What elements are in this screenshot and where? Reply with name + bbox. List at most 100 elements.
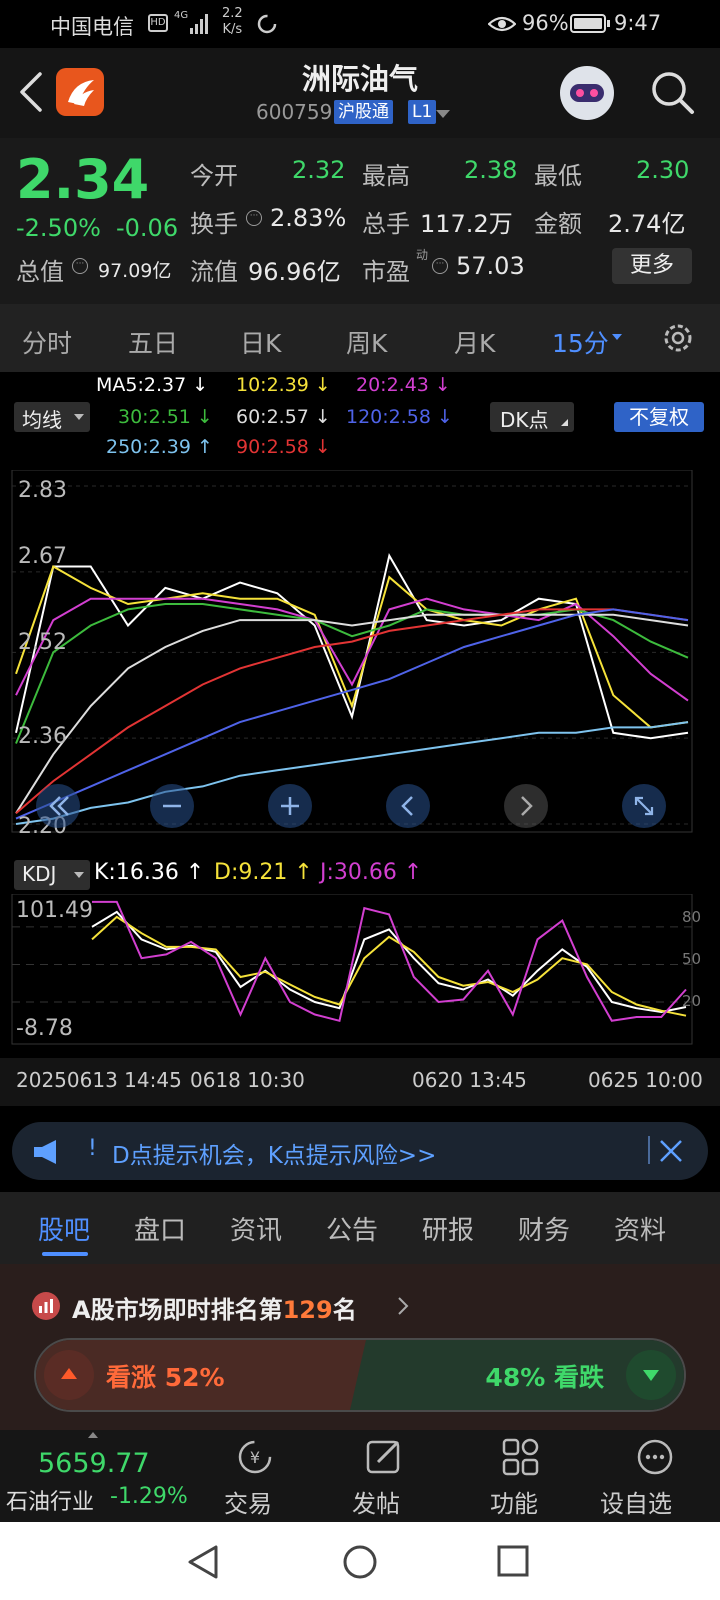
home-circle-icon[interactable]	[342, 1544, 378, 1580]
mktcap-info-icon[interactable]: ···	[72, 258, 88, 274]
sector-change: -1.29%	[110, 1484, 188, 1509]
svg-text:¥: ¥	[250, 1448, 260, 1467]
high-label: 最高	[362, 162, 410, 190]
dropdown-caret-icon[interactable]	[436, 110, 450, 118]
dk-tip-banner[interactable]: ! D点提示机会，K点提示风险>>	[12, 1122, 708, 1180]
low-value: 2.30	[636, 156, 690, 184]
speed-value: 2.2	[222, 6, 243, 21]
banner-text[interactable]: D点提示机会，K点提示风险>>	[112, 1136, 436, 1170]
ma-line-ma10	[15, 565, 689, 729]
settings-gear-icon[interactable]	[660, 320, 696, 356]
period-caret-icon[interactable]	[612, 334, 622, 340]
price-adjust-button[interactable]: 不复权	[614, 402, 704, 432]
kdj-j-value: J:30.66 ↑	[320, 860, 423, 885]
kline-chart-svg[interactable]	[0, 469, 720, 856]
rank-suffix: 名	[332, 1296, 357, 1324]
kdj-d-value: D:9.21 ↑	[214, 860, 313, 885]
dk-point-button[interactable]: DK点	[490, 402, 574, 432]
zoom-out-button[interactable]	[150, 784, 194, 828]
signal-icon	[190, 14, 208, 34]
tab-five-day[interactable]: 五日	[128, 324, 178, 360]
amount-value: 2.74亿	[608, 210, 686, 238]
rank-text[interactable]: A股市场即时排名第129名	[72, 1290, 357, 1325]
step-right-button[interactable]	[504, 784, 548, 828]
nav-trade[interactable]: ¥ 交易	[210, 1430, 300, 1522]
last-price: 2.34	[16, 148, 150, 211]
x-tick-label: 0618 10:30	[190, 1068, 305, 1092]
kdj-chart[interactable]: 101.49 -8.78 80 50 20	[0, 893, 720, 1058]
sector-index-value: 5659.77	[38, 1448, 150, 1479]
indicator-selector[interactable]: KDJ	[14, 860, 90, 890]
tab-daily-k[interactable]: 日K	[240, 324, 281, 360]
battery-icon	[570, 14, 610, 33]
kline-chart[interactable]: 2.83 2.67 2.52 2.36 2.20	[0, 469, 720, 856]
search-icon[interactable]	[650, 70, 696, 116]
eye-icon	[488, 16, 516, 32]
y-tick-label: 2.52	[18, 630, 67, 655]
dk-point-label: DK点	[500, 408, 549, 432]
x-tick-label: 0625 10:00	[588, 1068, 703, 1092]
sector-index[interactable]: 5659.77 石油行业 -1.29%	[0, 1430, 190, 1522]
pe-dynamic-mark: 动	[416, 248, 429, 262]
bottom-nav: 5659.77 石油行业 -1.29% ¥ 交易 发帖 功能 设自选	[0, 1430, 720, 1522]
step-left-button[interactable]	[386, 784, 430, 828]
pe-label: 市盈	[362, 258, 410, 286]
grid-apps-icon	[502, 1438, 539, 1476]
back-triangle-icon[interactable]	[186, 1544, 220, 1580]
tab-orderbook[interactable]: 盘口	[134, 1210, 186, 1247]
rank-number: 129	[282, 1296, 333, 1324]
volume-label: 总手	[362, 210, 410, 238]
scroll-left-button[interactable]	[36, 784, 80, 828]
ma-legend: MA5:2.37 ↓ 10:2.39 ↓ 20:2.43 ↓ 30:2.51 ↓…	[0, 372, 720, 468]
ma-legend-item: 10:2.39 ↓	[236, 374, 331, 396]
tab-news[interactable]: 资讯	[230, 1210, 282, 1247]
tab-weekly-k[interactable]: 周K	[346, 324, 387, 360]
chevron-left-icon	[401, 796, 413, 816]
tab-financials[interactable]: 财务	[518, 1210, 570, 1247]
ma-legend-item: 250:2.39 ↑	[106, 436, 213, 458]
fall-vote-button[interactable]	[626, 1350, 676, 1400]
megaphone-icon	[34, 1140, 56, 1164]
tab-forum[interactable]: 股吧	[38, 1210, 90, 1247]
more-button[interactable]: 更多	[612, 248, 692, 284]
pe-info-icon[interactable]: ···	[432, 258, 448, 274]
nav-functions-label: 功能	[490, 1490, 538, 1518]
ma-caret-icon	[74, 414, 84, 420]
nav-functions[interactable]: 功能	[476, 1430, 566, 1522]
fullscreen-button[interactable]	[622, 784, 666, 828]
rise-vote-button[interactable]	[44, 1350, 94, 1400]
turnover-info-icon[interactable]: ···	[246, 210, 262, 226]
kdj-legend: KDJ K:16.36 ↑ D:9.21 ↑ J:30.66 ↑	[0, 856, 720, 894]
tab-15min[interactable]: 15分	[552, 324, 609, 360]
dk-corner-icon	[561, 419, 568, 426]
nav-watchlist-label: 设自选	[600, 1490, 672, 1518]
tab-monthly-k[interactable]: 月K	[454, 324, 495, 360]
robot-assistant-icon[interactable]	[560, 66, 614, 120]
y-tick-label: 2.83	[18, 478, 67, 503]
status-bar: 中国电信 HD 4G 2.2 K/s 96% 9:47	[0, 0, 720, 48]
tab-intraday[interactable]: 分时	[22, 324, 72, 360]
indicator-caret-icon	[74, 872, 84, 878]
ma-selector[interactable]: 均线	[14, 402, 90, 432]
edit-post-icon	[366, 1440, 400, 1474]
kdj-chart-svg[interactable]	[0, 893, 720, 1058]
stock-header: 洲际油气 600759 沪股通 L1	[0, 48, 720, 138]
nav-post[interactable]: 发帖	[340, 1430, 430, 1522]
rise-label-text: 看涨	[106, 1363, 157, 1392]
triangle-down-icon	[643, 1370, 659, 1381]
chevron-right-icon	[521, 796, 533, 816]
kdj-line-d	[91, 915, 687, 1017]
exclaim-icon: !	[88, 1136, 97, 1161]
tab-announcements[interactable]: 公告	[326, 1210, 378, 1247]
kdj-y-tick: -8.78	[16, 1016, 73, 1041]
rise-label: 看涨 52%	[106, 1358, 225, 1394]
recents-square-icon[interactable]	[496, 1544, 530, 1578]
nav-watchlist[interactable]: 设自选	[600, 1430, 710, 1522]
network-label: 4G	[174, 10, 189, 21]
volume-value: 117.2万	[420, 210, 513, 238]
tab-research[interactable]: 研报	[422, 1210, 474, 1247]
tab-profile[interactable]: 资料	[614, 1210, 666, 1247]
kdj-y-tick: 101.49	[16, 898, 93, 923]
zoom-in-button[interactable]	[268, 784, 312, 828]
close-icon[interactable]	[658, 1138, 684, 1164]
